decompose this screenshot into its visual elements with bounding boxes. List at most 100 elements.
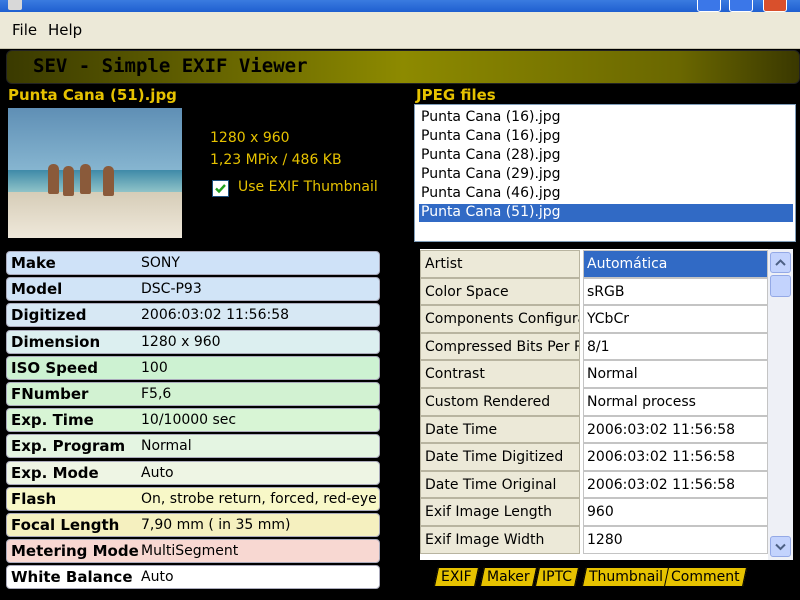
exif-value-cell[interactable]: 1280 xyxy=(583,526,768,554)
summary-key: ISO Speed xyxy=(11,358,98,377)
summary-value: On, strobe return, forced, red-eye xyxy=(141,490,377,507)
exif-value-cell[interactable]: sRGB xyxy=(583,277,768,306)
exif-value-cell[interactable]: Normal xyxy=(583,360,768,388)
exif-row[interactable]: Exif Image Width 1280 xyxy=(420,526,768,554)
exif-key-cell[interactable]: Contrast xyxy=(420,360,580,388)
tab-maker[interactable]: Maker xyxy=(479,567,537,587)
photo-thumbnail xyxy=(8,108,182,238)
menu-file[interactable]: File xyxy=(12,21,37,39)
chevron-up-icon xyxy=(775,259,786,266)
exif-key-cell[interactable]: Compressed Bits Per Pixel xyxy=(420,332,580,361)
summary-value: DSC-P93 xyxy=(141,281,202,298)
chevron-down-icon xyxy=(775,543,786,551)
summary-key: Make xyxy=(11,254,56,272)
file-list-header: JPEG files xyxy=(416,86,496,104)
exif-value-cell[interactable]: Automática xyxy=(583,250,768,278)
file-list-item[interactable]: Punta Cana (29).jpg xyxy=(419,166,793,184)
tab-exif[interactable]: EXIF xyxy=(433,567,479,587)
exif-key-cell[interactable]: Exif Image Length xyxy=(420,498,580,526)
exif-row[interactable]: Artist Automática xyxy=(420,250,768,278)
exif-row[interactable]: Color Space sRGB xyxy=(420,277,768,306)
app-banner: SEV - Simple EXIF Viewer xyxy=(6,50,800,84)
summary-value: MultiSegment xyxy=(141,543,239,560)
exif-value-cell[interactable]: 2006:03:02 11:56:58 xyxy=(583,470,768,499)
menu-help[interactable]: Help xyxy=(48,21,82,39)
image-dimensions: 1280 x 960 xyxy=(210,130,290,146)
summary-key: Exp. Program xyxy=(11,437,126,456)
exif-table-scrollbar[interactable] xyxy=(768,249,793,560)
exif-value-cell[interactable]: Normal process xyxy=(583,388,768,416)
summary-value: 7,90 mm ( in 35 mm) xyxy=(141,517,291,533)
menubar: File Help xyxy=(0,12,800,49)
exif-value-cell[interactable]: 960 xyxy=(583,498,768,526)
summary-row: Model DSC-P93 xyxy=(6,277,380,302)
file-list-item[interactable]: Punta Cana (28).jpg xyxy=(419,147,793,165)
summary-key: Metering Mode xyxy=(11,542,139,561)
exif-key-cell[interactable]: Exif Image Width xyxy=(420,526,580,554)
summary-value: 10/10000 sec xyxy=(141,412,237,429)
exif-key-cell[interactable]: Date Time Original xyxy=(420,470,580,499)
summary-row: Digitized 2006:03:02 11:56:58 xyxy=(6,303,380,328)
summary-value: Auto xyxy=(141,569,174,586)
exif-key-cell[interactable]: Components Configuration xyxy=(420,305,580,333)
summary-key: Digitized xyxy=(11,306,87,325)
exif-value-cell[interactable]: YCbCr xyxy=(583,305,768,333)
exif-row[interactable]: Components ConfigurationYCbCr xyxy=(420,305,768,333)
exif-row[interactable]: Date Time Original 2006:03:02 11:56:58 xyxy=(420,470,768,499)
summary-key: FNumber xyxy=(11,385,89,403)
summary-row: Focal Length 7,90 mm ( in 35 mm) xyxy=(6,513,380,537)
scroll-thumb[interactable] xyxy=(770,275,791,297)
exif-row[interactable]: Contrast Normal xyxy=(420,360,768,388)
summary-value: 2006:03:02 11:56:58 xyxy=(141,307,290,324)
exif-value-cell[interactable]: 2006:03:02 11:56:58 xyxy=(583,415,768,444)
file-list-item[interactable]: Punta Cana (46).jpg xyxy=(419,185,793,203)
file-list-item[interactable]: Punta Cana (16).jpg xyxy=(419,128,793,146)
summary-row: Exp. Mode Auto xyxy=(6,460,380,485)
exif-row[interactable]: Date Time Digitized 2006:03:02 11:56:58 xyxy=(420,443,768,471)
app-icon xyxy=(8,0,22,10)
tab-comment[interactable]: Comment xyxy=(663,567,747,587)
summary-value: 100 xyxy=(141,359,168,376)
tab-thumbnail[interactable]: Thumbnail xyxy=(581,567,671,587)
summary-row: Make SONY xyxy=(6,251,380,275)
exif-key-cell[interactable]: Date Time xyxy=(420,415,580,444)
exif-row[interactable]: Compressed Bits Per Pixel8/1 xyxy=(420,332,768,361)
checkmark-icon xyxy=(215,184,226,194)
summary-value: Auto xyxy=(141,464,174,481)
exif-key-cell[interactable]: Color Space xyxy=(420,277,580,306)
close-button[interactable] xyxy=(763,0,787,12)
summary-key: Flash xyxy=(11,489,57,508)
exif-value-cell[interactable]: 8/1 xyxy=(583,332,768,361)
exif-key-cell[interactable]: Date Time Digitized xyxy=(420,443,580,471)
exif-row[interactable]: Custom Rendered Normal process xyxy=(420,388,768,416)
preview-filename: Punta Cana (51).jpg xyxy=(8,86,177,104)
summary-row: Exp. Program Normal xyxy=(6,434,380,459)
use-exif-thumbnail-checkbox[interactable] xyxy=(212,180,229,197)
scroll-up-button[interactable] xyxy=(770,252,791,273)
file-list-item[interactable]: Punta Cana (16).jpg xyxy=(419,109,793,127)
scroll-down-button[interactable] xyxy=(770,536,791,557)
summary-key: Focal Length xyxy=(11,516,120,534)
use-exif-thumbnail-label[interactable]: Use EXIF Thumbnail xyxy=(238,179,378,195)
minimize-button[interactable] xyxy=(697,0,721,12)
summary-value: SONY xyxy=(141,255,180,271)
window-titlebar xyxy=(0,0,800,12)
summary-row: Exp. Time 10/10000 sec xyxy=(6,408,380,433)
exif-key-cell[interactable]: Artist xyxy=(420,250,580,278)
maximize-button[interactable] xyxy=(729,0,753,12)
summary-row: Flash On, strobe return, forced, red-eye xyxy=(6,486,380,511)
exif-key-cell[interactable]: Custom Rendered xyxy=(420,388,580,416)
summary-key: Model xyxy=(11,280,63,299)
summary-value: Normal xyxy=(141,438,192,455)
exif-row[interactable]: Exif Image Length 960 xyxy=(420,498,768,526)
summary-row: ISO Speed 100 xyxy=(6,355,380,380)
banner-title: SEV - Simple EXIF Viewer xyxy=(33,55,308,77)
tab-iptc[interactable]: IPTC xyxy=(534,567,580,587)
exif-row[interactable]: Date Time 2006:03:02 11:56:58 xyxy=(420,415,768,444)
file-list-item[interactable]: Punta Cana (51).jpg xyxy=(419,204,793,222)
summary-value: 1280 x 960 xyxy=(141,333,221,350)
jpeg-file-list[interactable]: Punta Cana (16).jpg Punta Cana (16).jpg Pu… xyxy=(414,104,796,242)
summary-key: Dimension xyxy=(11,332,101,351)
exif-table[interactable]: Artist Automática Color Space sRGB Component… xyxy=(420,249,768,560)
exif-value-cell[interactable]: 2006:03:02 11:56:58 xyxy=(583,443,768,471)
